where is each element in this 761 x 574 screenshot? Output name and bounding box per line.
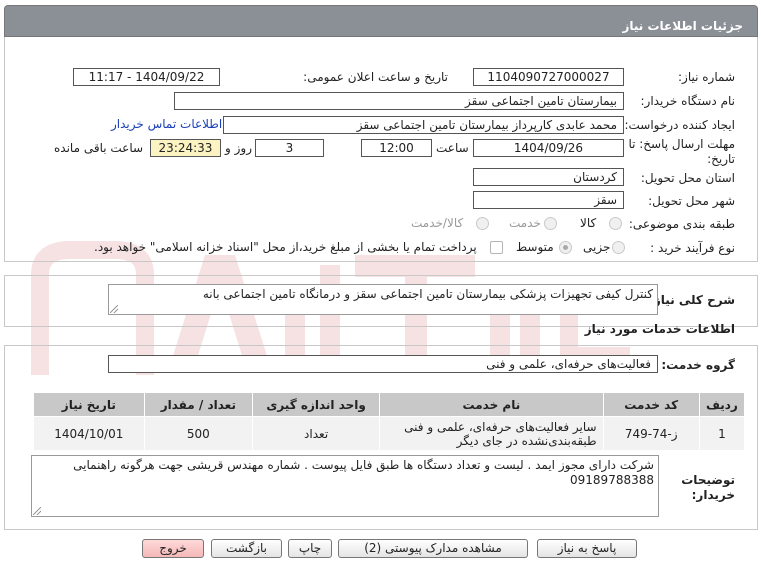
cell-unit: تعداد <box>252 416 381 451</box>
cell-service-code: ز-74-749 <box>602 416 700 451</box>
announce-date-field: 1404/09/22 - 11:17 <box>73 68 220 86</box>
process-type-label: نوع فرآیند خرید : <box>650 241 735 255</box>
buyer-org-label: نام دستگاه خریدار: <box>640 94 736 108</box>
deadline-label: مهلت ارسال پاسخ: تا <box>628 137 735 151</box>
process-option-minor-radio[interactable] <box>612 241 625 254</box>
buyer-notes-resize-grip[interactable] <box>33 507 41 515</box>
exit-button[interactable]: خروج <box>142 539 204 558</box>
remaining-days-field: 3 <box>255 139 324 157</box>
print-button[interactable]: چاپ <box>288 539 332 558</box>
col-quantity: تعداد / مقدار <box>143 392 254 417</box>
service-group-label: گروه خدمت: <box>661 358 735 372</box>
category-label: طبقه بندی موضوعی: <box>628 217 735 231</box>
services-title: اطلاعات خدمات مورد نیاز <box>584 322 735 336</box>
deadline-date-label: تاریخ: <box>707 152 735 166</box>
col-service-code: کد خدمت <box>602 392 700 417</box>
cell-service-name: سایر فعالیت‌های حرفه‌ای، علمی و فنی طبقه… <box>379 416 604 451</box>
buyer-notes-textarea[interactable]: شرکت دارای مجوز ایمد . لیست و تعداد دستگ… <box>31 455 659 517</box>
treasury-payment-note: پرداخت تمام یا بخشی از مبلغ خرید،از محل … <box>94 240 477 254</box>
process-option-minor-label: جزیی <box>583 240 611 254</box>
col-row: ردیف <box>698 392 746 417</box>
col-service-name: نام خدمت <box>379 392 604 417</box>
remaining-time-field: 23:24:33 <box>150 139 221 157</box>
cell-quantity: 500 <box>143 416 254 451</box>
process-option-medium-label: متوسط <box>516 240 554 254</box>
requester-field: محمد عابدی کارپرداز بیمارستان تامین اجتم… <box>223 116 624 134</box>
page-title: جزئیات اطلاعات نیاز <box>622 19 743 33</box>
buyer-notes-text: شرکت دارای مجوز ایمد . لیست و تعداد دستگ… <box>73 458 654 487</box>
buyer-org-field: بیمارستان تامین اجتماعی سقز <box>174 92 624 110</box>
services-table: ردیف کد خدمت نام خدمت واحد اندازه گیری ت… <box>33 392 746 451</box>
buyer-notes-label: توضیحات <box>681 473 735 487</box>
remaining-days-label: روز و <box>225 141 252 155</box>
need-number-label: شماره نیاز: <box>678 70 735 84</box>
summary-text: کنترل کیفی تجهیزات پزشکی بیمارستان تامین… <box>202 287 653 301</box>
announce-date-label: تاریخ و ساعت اعلان عمومی: <box>303 70 448 84</box>
buyer-contact-link[interactable]: اطلاعات تماس خریدار <box>111 117 222 131</box>
cell-need-date: 1404/10/01 <box>33 416 145 451</box>
deadline-time-field: 12:00 <box>361 139 432 157</box>
category-option-goods-label: کالا <box>580 216 597 230</box>
summary-resize-grip[interactable] <box>110 305 118 313</box>
service-group-field: فعالیت‌های حرفه‌ای، علمی و فنی <box>108 355 658 373</box>
treasury-payment-checkbox[interactable] <box>490 241 503 254</box>
city-label: شهر محل تحویل: <box>648 194 735 208</box>
category-option-goods-radio[interactable] <box>609 217 622 230</box>
col-need-date: تاریخ نیاز <box>33 392 145 417</box>
need-number-field: 1104090727000027 <box>473 68 624 86</box>
summary-label: شرح کلی نیاز: <box>649 293 735 307</box>
services-table-header: ردیف کد خدمت نام خدمت واحد اندازه گیری ت… <box>33 392 746 417</box>
remaining-time-label: ساعت باقی مانده <box>54 141 144 155</box>
category-option-service-radio[interactable] <box>544 217 557 230</box>
summary-textarea[interactable]: کنترل کیفی تجهیزات پزشکی بیمارستان تامین… <box>108 284 658 315</box>
category-option-service-label: خدمت <box>509 216 541 230</box>
category-option-both-label: کالا/خدمت <box>411 216 464 230</box>
deadline-time-label: ساعت <box>436 141 469 155</box>
back-button[interactable]: بازگشت <box>211 539 282 558</box>
process-option-medium-radio[interactable] <box>559 241 572 254</box>
table-row: 1 ز-74-749 سایر فعالیت‌های حرفه‌ای، علمی… <box>33 416 746 451</box>
requester-label: ایجاد کننده درخواست: <box>624 118 735 132</box>
cell-row: 1 <box>698 416 746 451</box>
category-option-both-radio[interactable] <box>476 217 489 230</box>
deadline-date-field: 1404/09/26 <box>473 139 624 157</box>
province-label: استان محل تحویل: <box>640 171 735 185</box>
province-field: کردستان <box>473 168 624 186</box>
buyer-notes-label-2: خریدار: <box>691 488 735 502</box>
page-header: جزئیات اطلاعات نیاز <box>4 5 758 37</box>
attachments-button[interactable]: مشاهده مدارک پیوستی (2) <box>338 539 528 558</box>
reply-button[interactable]: پاسخ به نیاز <box>537 539 637 558</box>
col-unit: واحد اندازه گیری <box>252 392 381 417</box>
city-field: سقز <box>473 191 624 209</box>
